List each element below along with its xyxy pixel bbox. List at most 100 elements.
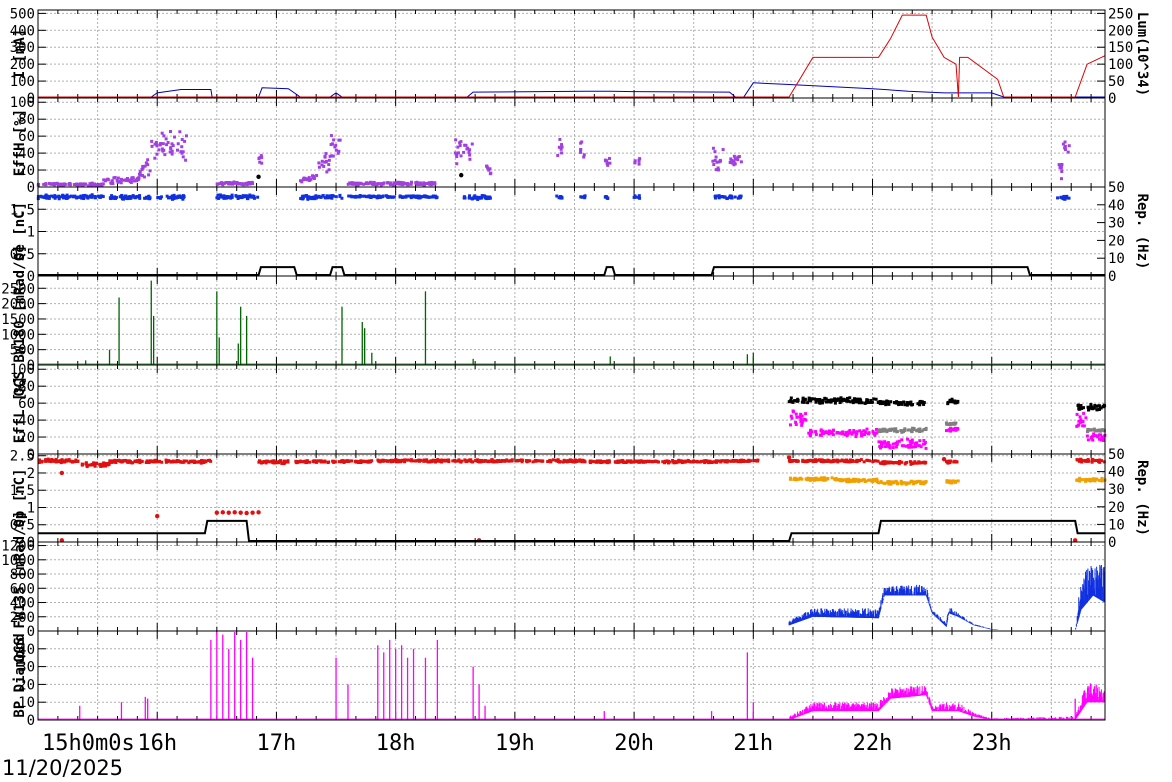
data-point [732,159,736,163]
data-point [710,460,714,464]
data-point [137,172,141,176]
data-point [1080,478,1084,482]
data-point [897,462,901,466]
data-point [891,442,895,446]
data-point [85,465,89,469]
data-point [637,194,641,198]
data-point [113,458,117,462]
data-point [788,477,792,481]
data-point [69,459,73,463]
y2-tick-label: 10 [1108,517,1125,533]
data-point [1098,460,1102,464]
data-point [880,461,884,465]
data-point [897,439,901,443]
data-point [257,157,261,161]
data-point [232,510,237,515]
data-point [44,183,48,187]
data-point [126,460,130,464]
data-point [90,183,94,187]
data-point [456,151,460,155]
data-point [458,459,462,463]
data-point [324,159,328,163]
data-point [155,143,159,147]
data-point [1082,424,1086,428]
data-point [560,196,564,200]
data-point [534,459,538,463]
data-point [417,182,421,186]
data-point [851,459,855,463]
data-point [245,182,249,186]
data-point [190,459,194,463]
data-point [322,164,326,168]
data-point [706,460,710,464]
data-point [426,195,430,199]
y2-tick-label: 40 [1108,465,1125,481]
data-point [354,194,358,198]
data-point [842,478,846,482]
data-point [372,180,376,184]
data-point [430,181,434,185]
data-point [464,143,468,147]
data-point [174,196,178,200]
panel-q_e: 00.511.501020304050Qe [nC] Rep. (Hz) [10,180,1150,285]
data-point [101,182,105,186]
data-point [1090,437,1094,441]
data-point [854,435,858,439]
data-point [572,459,576,463]
data-point [1078,415,1082,419]
data-point [347,194,351,198]
data-point [204,459,208,463]
data-point [722,195,726,199]
beam-monitor-chart: 0100200300400500050100150200250I [mA] Lum… [1,6,1150,756]
y2-tick-label: 10 [1108,251,1125,267]
data-point [922,427,926,431]
data-point [1091,477,1095,481]
data-point [618,460,622,464]
data-point [904,461,908,465]
data-point [847,459,851,463]
data-point [132,179,136,183]
data-point [155,513,160,519]
data-point [1086,438,1090,442]
data-point [853,479,857,483]
data-point [840,398,844,402]
data-point [729,157,733,161]
y2-tick-label: 40 [1108,198,1125,214]
data-point [859,458,863,462]
data-point [948,400,952,404]
data-point [277,461,281,465]
data-point [596,460,600,464]
data-point [862,478,866,482]
data-point [389,181,393,185]
series-line [38,266,1105,276]
data-point [257,460,261,464]
data-point [185,459,189,463]
data-point [818,401,822,405]
series-line [38,14,1106,98]
data-point [892,481,896,485]
y2-axis-label: Rep. (Hz) [1134,460,1150,536]
data-point [949,428,953,432]
data-point [93,196,97,200]
data-point [169,147,173,151]
data-point [473,196,477,200]
data-point [858,429,862,433]
data-point [951,479,955,483]
data-point [379,195,383,199]
data-point [922,438,926,442]
data-point [455,155,459,159]
data-point [808,399,812,403]
data-point [396,180,400,184]
data-point [831,433,835,437]
data-point [713,150,717,154]
data-point [1063,148,1067,152]
data-point [883,445,887,449]
data-point [485,164,489,168]
data-point [320,159,324,163]
data-point [332,138,336,142]
y2-tick-label: 20 [1108,233,1125,249]
data-point [753,459,757,463]
data-point [747,458,751,462]
data-point [160,460,164,464]
data-point [590,459,594,463]
